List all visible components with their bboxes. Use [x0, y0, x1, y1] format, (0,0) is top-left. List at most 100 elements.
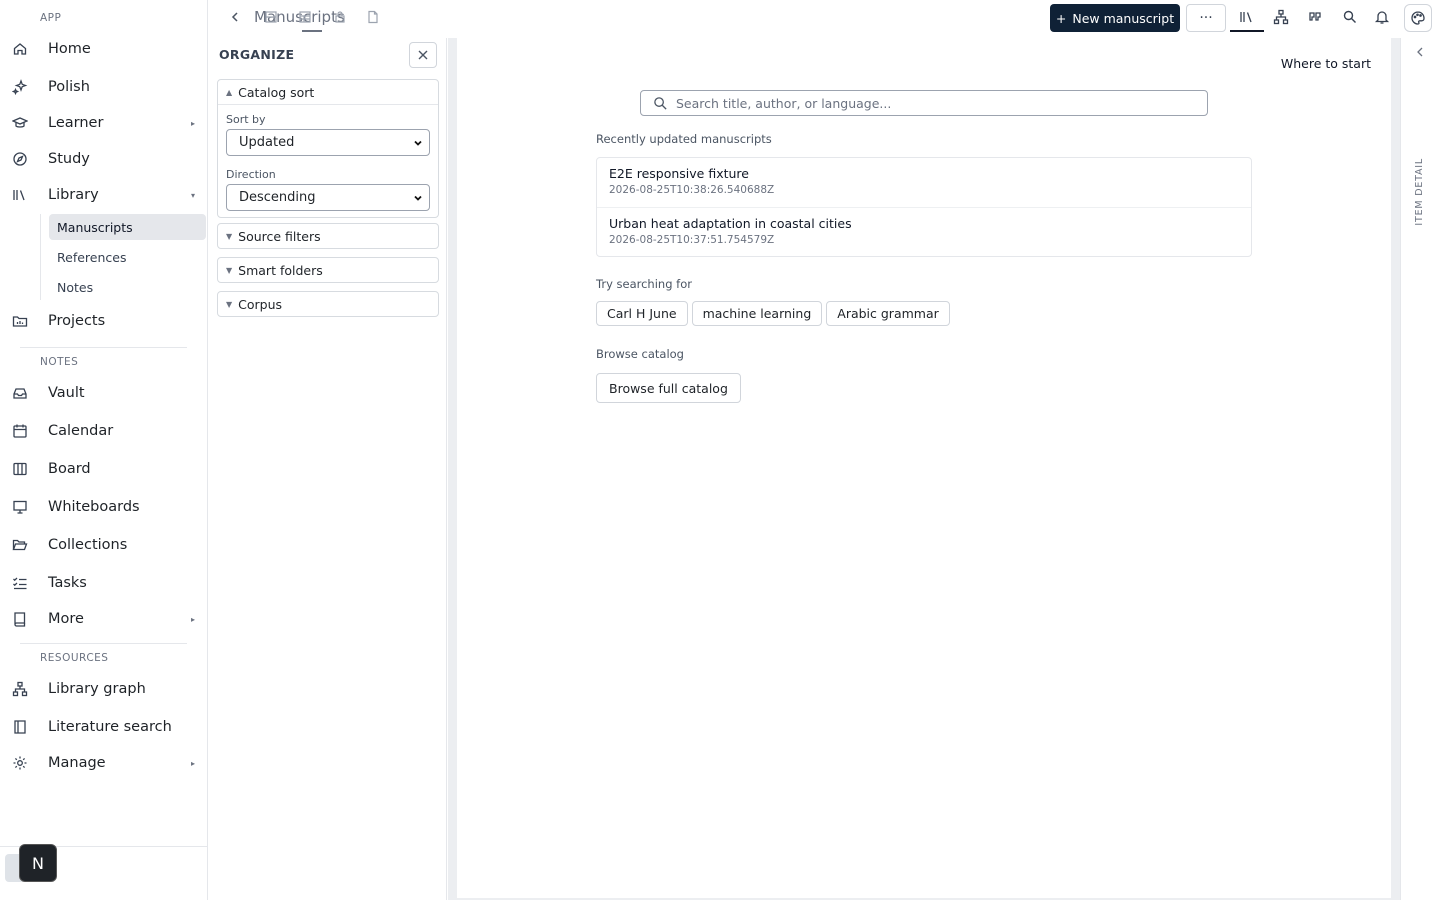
recent-manuscript-title: Urban heat adaptation in coastal cities [609, 216, 852, 231]
catalog-sort-header[interactable]: ▲ Catalog sort [218, 80, 438, 104]
suggestion-chip[interactable]: Arabic grammar [826, 301, 950, 326]
recent-manuscript-row[interactable]: Urban heat adaptation in coastal cities … [597, 207, 1251, 256]
suggestion-chip[interactable]: machine learning [691, 301, 823, 326]
hierarchy-icon [12, 681, 28, 697]
where-to-start-link[interactable]: Where to start [1281, 56, 1371, 71]
corpus-header[interactable]: ▼ Corpus [218, 292, 438, 316]
palette-icon [1410, 10, 1426, 26]
home-icon [12, 41, 28, 57]
new-manuscript-button[interactable]: + New manuscript [1050, 4, 1180, 32]
workspace-badge[interactable]: N [19, 844, 57, 882]
nav-library[interactable]: Library ▾ [0, 180, 207, 210]
collapse-triangle-icon: ▲ [226, 87, 233, 97]
nav-library-references[interactable]: References [49, 244, 206, 270]
tab-lock-icon[interactable] [333, 10, 347, 24]
theme-button[interactable] [1404, 4, 1432, 32]
expand-triangle-icon: ▼ [226, 299, 233, 309]
nav-library-manuscripts[interactable]: Manuscripts [49, 214, 206, 240]
search-input[interactable] [676, 95, 1207, 111]
expand-arrow-icon: ▸ [190, 758, 195, 768]
nav-study-label: Study [48, 151, 90, 167]
nav-whiteboards-label: Whiteboards [48, 499, 140, 515]
direction-select[interactable]: Descending [226, 184, 430, 211]
smart-folders-header[interactable]: ▼ Smart folders [218, 258, 438, 282]
quote-icon[interactable] [1307, 9, 1323, 25]
smart-folders-label: Smart folders [238, 262, 323, 278]
item-detail-label[interactable]: ITEM DETAIL [1414, 158, 1425, 226]
nav-whiteboards[interactable]: Whiteboards [0, 492, 207, 522]
expand-arrow-icon: ▸ [190, 118, 195, 128]
tab-table-icon[interactable] [298, 10, 312, 24]
nav-library-graph[interactable]: Library graph [0, 674, 207, 704]
bell-icon[interactable] [1374, 9, 1390, 25]
nav-board[interactable]: Board [0, 454, 207, 484]
nav-calendar-label: Calendar [48, 423, 114, 439]
nav-calendar[interactable]: Calendar [0, 416, 207, 446]
back-chevron-icon[interactable] [228, 8, 242, 26]
columns-icon [12, 461, 28, 477]
nav-polish-label: Polish [48, 79, 90, 95]
nav-collections-label: Collections [48, 537, 128, 553]
book-search-icon [12, 719, 28, 735]
submenu-line [40, 214, 41, 300]
nav-tasks[interactable]: Tasks [0, 568, 207, 598]
recent-manuscript-date: 2026-08-25T10:38:26.540688Z [609, 184, 775, 196]
nav-collections[interactable]: Collections [0, 530, 207, 560]
suggestion-chips: Carl H June machine learning Arabic gram… [596, 301, 950, 326]
recent-heading: Recently updated manuscripts [596, 132, 772, 146]
collapse-arrow-icon: ▾ [190, 190, 195, 200]
search-box[interactable] [640, 90, 1208, 116]
nav-vault-label: Vault [48, 385, 85, 401]
source-filters-section[interactable]: ▼ Source filters [217, 223, 439, 249]
nav-study[interactable]: Study [0, 144, 207, 174]
nav-projects[interactable]: Projects [0, 306, 207, 336]
source-filters-label: Source filters [238, 228, 321, 244]
main-area: Where to start Recently updated manuscri… [448, 38, 1400, 900]
chevron-down-icon [413, 193, 423, 203]
recent-manuscript-row[interactable]: E2E responsive fixture 2026-08-25T10:38:… [597, 158, 1251, 207]
nav-learner[interactable]: Learner ▸ [0, 108, 207, 138]
nav-manage[interactable]: Manage ▸ [0, 748, 207, 778]
source-filters-header[interactable]: ▼ Source filters [218, 224, 438, 248]
smart-folders-section[interactable]: ▼ Smart folders [217, 257, 439, 283]
nav-manage-label: Manage [48, 755, 106, 771]
more-options-button[interactable]: ··· [1186, 4, 1226, 32]
calendar-icon [12, 423, 28, 439]
suggestion-chip[interactable]: Carl H June [596, 301, 688, 326]
nav-literature-search-label: Literature search [48, 719, 172, 735]
item-detail-rail: ITEM DETAIL [1400, 38, 1440, 900]
nav-literature-search[interactable]: Literature search [0, 712, 207, 742]
nav-polish[interactable]: Polish [0, 72, 207, 102]
browse-full-catalog-button[interactable]: Browse full catalog [596, 373, 741, 403]
browse-heading: Browse catalog [596, 347, 684, 361]
organize-title: ORGANIZE [219, 47, 295, 62]
nav-vault[interactable]: Vault [0, 378, 207, 408]
tab-grid-icon[interactable] [264, 10, 278, 24]
close-organize-button[interactable] [409, 42, 437, 68]
divider [20, 643, 187, 644]
chevron-left-icon[interactable] [1415, 46, 1425, 58]
organize-panel: ORGANIZE ▲ Catalog sort Sort by Updated … [209, 38, 447, 900]
corpus-section[interactable]: ▼ Corpus [217, 291, 439, 317]
tab-document-icon[interactable] [366, 10, 380, 24]
recent-list: E2E responsive fixture 2026-08-25T10:38:… [596, 157, 1252, 257]
new-manuscript-label: New manuscript [1072, 10, 1175, 26]
nav-more-label: More [48, 611, 84, 627]
nav-home[interactable]: Home [0, 34, 207, 64]
book-icon [12, 611, 28, 627]
nav-more[interactable]: More ▸ [0, 604, 207, 634]
search-icon[interactable] [1342, 9, 1358, 25]
graph-icon[interactable] [1273, 9, 1289, 25]
library-icon[interactable] [1239, 9, 1255, 25]
nav-library-notes[interactable]: Notes [49, 274, 206, 300]
compass-icon [12, 151, 28, 167]
sort-by-select[interactable]: Updated [226, 129, 430, 156]
section-label-notes: NOTES [40, 356, 79, 368]
sort-by-label: Sort by [226, 113, 266, 126]
gear-icon [12, 755, 28, 771]
nav-learner-label: Learner [48, 115, 104, 131]
topbar: Manuscripts + New manuscript ··· [208, 0, 1440, 36]
search-icon [653, 96, 668, 111]
nav-projects-label: Projects [48, 313, 106, 329]
nav-board-label: Board [48, 461, 91, 477]
